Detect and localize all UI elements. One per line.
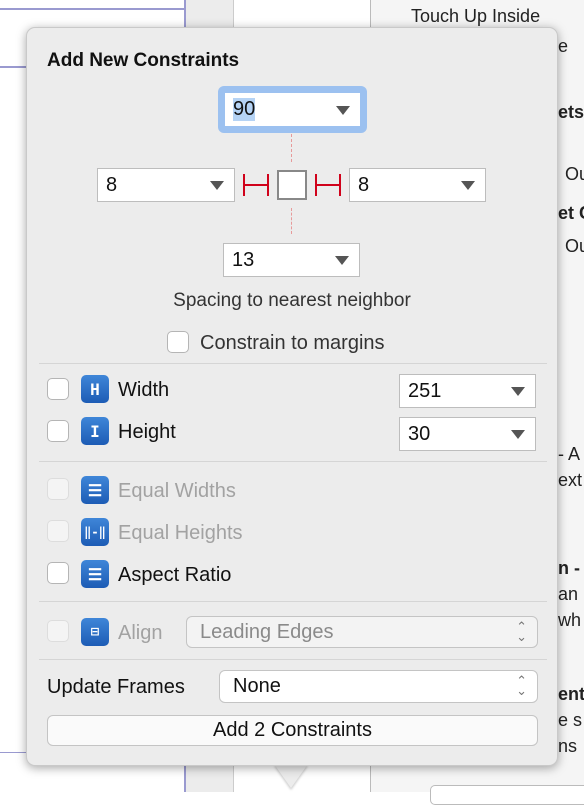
chevron-down-icon[interactable] — [511, 430, 525, 439]
constrain-to-margins-label: Constrain to margins — [200, 332, 385, 354]
add-constraints-label: Add 2 Constraints — [213, 719, 372, 741]
divider — [39, 659, 547, 660]
height-value: 30 — [408, 422, 431, 445]
inspector-fragment: ets — [558, 102, 584, 122]
top-spacing-field[interactable]: 90 — [225, 93, 360, 126]
bottom-spacing-value: 13 — [232, 248, 255, 271]
divider — [39, 363, 547, 364]
top-strut-dashed — [291, 134, 292, 162]
inspector-fragment: Ou — [565, 164, 584, 184]
align-checkbox[interactable] — [47, 620, 69, 642]
inspector-fragment: ns — [558, 736, 578, 756]
divider — [39, 601, 547, 602]
align-label: Align — [118, 622, 163, 644]
spacing-caption: Spacing to nearest neighbor — [173, 290, 411, 311]
equal-widths-icon: ☰ — [81, 476, 109, 504]
chevron-down-icon[interactable] — [335, 256, 349, 265]
left-spacing-value: 8 — [106, 173, 118, 196]
inspector-event-label: Touch Up Inside — [411, 6, 541, 26]
inspector-fragment: ext — [558, 470, 583, 490]
left-spacing-field[interactable]: 8 — [97, 168, 235, 202]
inspector-fragment: an — [558, 584, 579, 604]
height-constraint-icon: I — [81, 417, 109, 445]
chevron-down-icon[interactable] — [461, 181, 475, 190]
inspector-fragment: ent — [558, 684, 584, 704]
constrain-to-margins-checkbox[interactable] — [167, 331, 189, 353]
align-select[interactable]: Leading Edges ⌃ ⌄ — [186, 616, 538, 648]
divider — [39, 461, 547, 462]
up-down-chevron-icon: ⌃ ⌄ — [516, 619, 527, 644]
height-label: Height — [118, 421, 176, 443]
width-label: Width — [118, 379, 170, 401]
canvas-view-frame — [0, 0, 188, 10]
inspector-bottom-field — [430, 785, 584, 805]
chevron-down-icon[interactable] — [511, 387, 525, 396]
equal-widths-label: Equal Widths — [118, 480, 236, 502]
inspector-fragment: e s — [558, 710, 583, 730]
update-frames-select[interactable]: None ⌃ ⌄ — [219, 670, 538, 703]
aspect-ratio-checkbox[interactable] — [47, 562, 69, 584]
inspector-fragment: - A — [558, 444, 581, 464]
right-spacing-field[interactable]: 8 — [349, 168, 486, 202]
view-square-icon — [277, 170, 307, 200]
equal-widths-checkbox[interactable] — [47, 478, 69, 500]
aspect-ratio-icon: ☰ — [81, 560, 109, 588]
add-constraints-popover: Add New Constraints 90 8 8 13 Spacing to… — [26, 27, 558, 766]
right-spacing-value: 8 — [358, 173, 370, 196]
popover-title: Add New Constraints — [47, 50, 240, 71]
align-value: Leading Edges — [200, 620, 334, 643]
update-frames-label: Update Frames — [47, 676, 185, 698]
chevron-down-icon[interactable] — [210, 181, 224, 190]
inspector-fragment: et C — [558, 203, 584, 223]
inspector-fragment: n - — [558, 558, 580, 578]
equal-heights-label: Equal Heights — [118, 522, 243, 544]
bottom-strut-dashed — [291, 208, 292, 234]
width-constraint-icon: H — [81, 375, 109, 403]
width-checkbox[interactable] — [47, 378, 69, 400]
inspector-fragment: Ou — [565, 236, 584, 256]
width-value: 251 — [408, 379, 442, 402]
align-icon: ⊟ — [81, 618, 109, 646]
chevron-down-icon[interactable] — [336, 105, 350, 115]
up-down-chevron-icon: ⌃ ⌄ — [516, 673, 527, 698]
width-field[interactable]: 251 — [399, 374, 536, 408]
height-checkbox[interactable] — [47, 420, 69, 442]
equal-heights-checkbox[interactable] — [47, 520, 69, 542]
top-spacing-value: 90 — [233, 98, 256, 121]
bottom-spacing-field[interactable]: 13 — [223, 243, 360, 277]
popover-arrow — [274, 764, 308, 788]
inspector-fragment: e — [558, 36, 569, 56]
inspector-fragment: wh — [558, 610, 582, 630]
update-frames-value: None — [233, 675, 281, 697]
canvas-bottom-line — [0, 752, 26, 753]
aspect-ratio-label: Aspect Ratio — [118, 564, 232, 586]
add-constraints-button[interactable]: Add 2 Constraints — [47, 715, 538, 746]
height-field[interactable]: 30 — [399, 417, 536, 451]
equal-heights-icon: ‖-‖ — [81, 518, 109, 546]
